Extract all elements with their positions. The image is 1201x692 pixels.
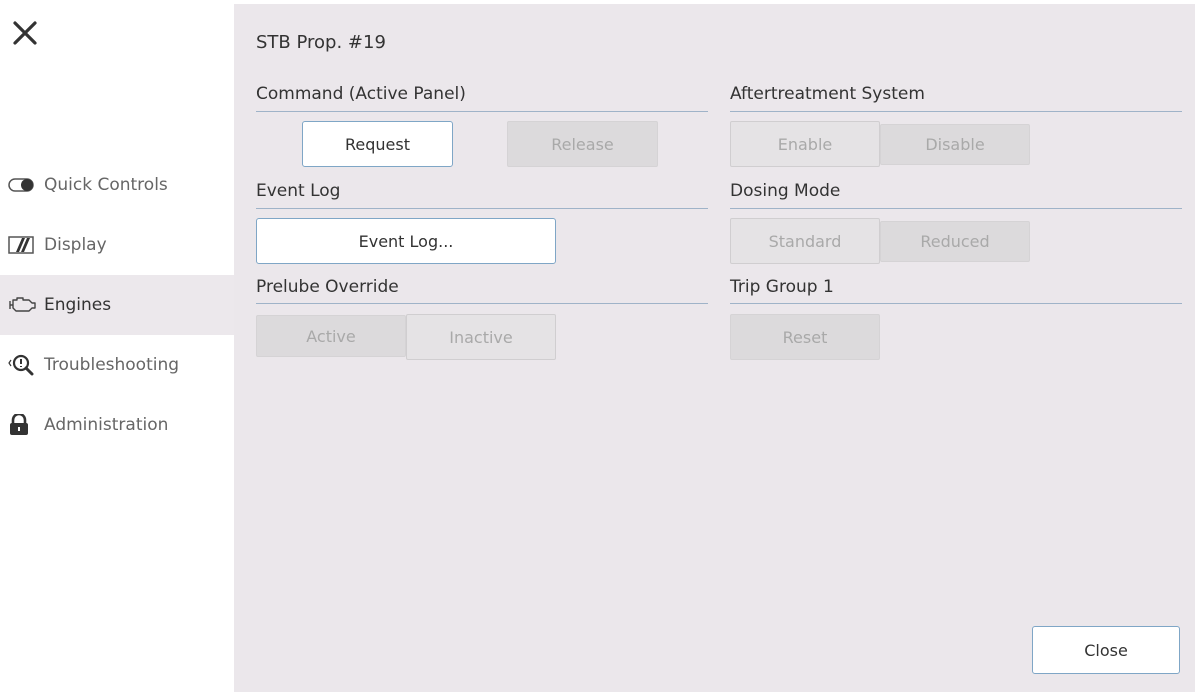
request-button[interactable]: Request — [302, 121, 453, 167]
troubleshooting-icon — [8, 354, 38, 376]
sidebar-item-quick-controls[interactable]: Quick Controls — [0, 155, 234, 215]
dosing-standard-button[interactable]: Standard — [730, 218, 880, 264]
page-title: STB Prop. #19 — [256, 32, 386, 53]
section-divider — [730, 111, 1182, 112]
toggle-icon — [8, 174, 38, 196]
reset-button[interactable]: Reset — [730, 314, 880, 360]
trip-group-section-label: Trip Group 1 — [730, 277, 834, 297]
section-divider — [256, 208, 708, 209]
aftertreatment-section-label: Aftertreatment System — [730, 84, 925, 104]
sidebar-item-label: Engines — [44, 295, 112, 315]
sidebar-item-label: Administration — [44, 415, 169, 435]
sidebar-item-label: Display — [44, 235, 107, 255]
lock-icon — [8, 414, 38, 436]
sidebar-item-display[interactable]: Display — [0, 215, 234, 275]
close-icon[interactable] — [12, 20, 38, 46]
dosing-mode-section-label: Dosing Mode — [730, 181, 841, 201]
sidebar-nav: Quick Controls Display Engines Troublesh… — [0, 155, 234, 455]
section-divider — [730, 303, 1182, 304]
command-section-label: Command (Active Panel) — [256, 84, 466, 104]
display-icon — [8, 234, 38, 256]
dosing-reduced-button[interactable]: Reduced — [880, 221, 1030, 262]
sidebar-item-label: Quick Controls — [44, 175, 168, 195]
event-log-button[interactable]: Event Log... — [256, 218, 556, 264]
section-divider — [730, 208, 1182, 209]
sidebar: Quick Controls Display Engines Troublesh… — [0, 0, 234, 692]
close-button[interactable]: Close — [1032, 626, 1180, 674]
section-divider — [256, 111, 708, 112]
sidebar-item-engines[interactable]: Engines — [0, 275, 234, 335]
prelube-active-button[interactable]: Active — [256, 315, 406, 357]
prelube-inactive-button[interactable]: Inactive — [406, 314, 556, 360]
section-divider — [256, 303, 708, 304]
aftertreatment-disable-button[interactable]: Disable — [880, 124, 1030, 165]
prelube-section-label: Prelube Override — [256, 277, 399, 297]
engine-icon — [8, 294, 38, 316]
sidebar-item-administration[interactable]: Administration — [0, 395, 234, 455]
release-button[interactable]: Release — [507, 121, 658, 167]
engine-panel: STB Prop. #19 Command (Active Panel) Req… — [234, 4, 1195, 692]
sidebar-item-troubleshooting[interactable]: Troubleshooting — [0, 335, 234, 395]
sidebar-item-label: Troubleshooting — [44, 355, 180, 375]
event-log-section-label: Event Log — [256, 181, 341, 201]
aftertreatment-enable-button[interactable]: Enable — [730, 121, 880, 167]
